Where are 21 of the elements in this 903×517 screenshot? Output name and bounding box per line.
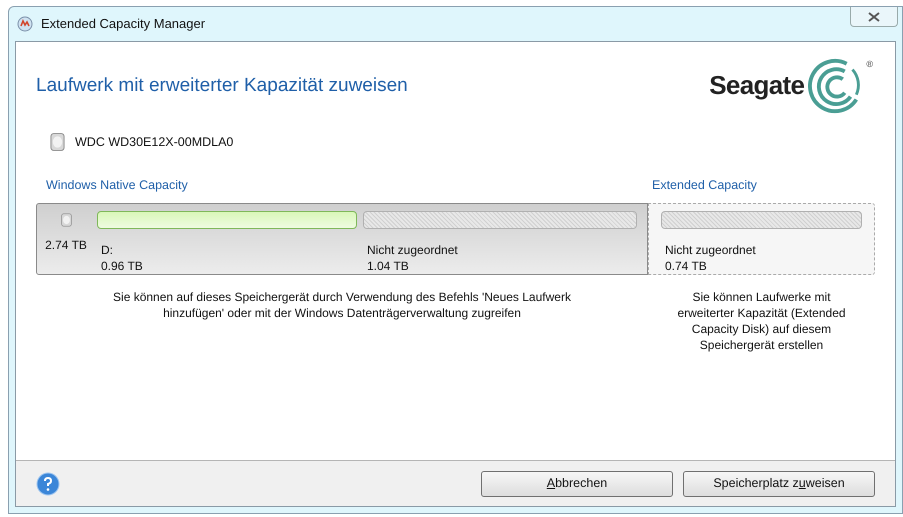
disk-name: WDC WD30E12X-00MDLA0 [75, 134, 234, 151]
close-button[interactable] [850, 7, 898, 27]
partition-name: D: [101, 242, 114, 258]
partition-size: 1.04 TB [367, 258, 410, 274]
dialog-button[interactable]: Speicherplatz zuweisen [683, 470, 875, 496]
help-icon[interactable] [36, 472, 60, 496]
page-heading: Laufwerk mit erweiterter Kapazität zuweisen [36, 74, 408, 98]
app-icon [17, 16, 33, 32]
native-note: Sie können auf dieses Speichergerät durch Verwendung des Befehls 'Neues Laufwerk hinzufügen' oder mit der Windows Datenträgerverwaltung zugreifen [112, 288, 572, 321]
partition-size: 0.74 TB [665, 258, 708, 274]
window-title: Extended Capacity Manager [41, 15, 206, 34]
extended-note: Sie können Laufwerke mit erweiterter Kapazität (Extended Capacity Disk) auf diesem Speichergerät erstellen [676, 288, 847, 353]
close-icon [868, 12, 880, 22]
brand-logo: Seagate ® [709, 56, 873, 114]
dialog-button[interactable]: Abbrechen [481, 470, 673, 496]
partition-size: 0.96 TB [101, 258, 144, 274]
section-label: Extended Capacity [652, 177, 758, 194]
partition-name: Nicht zugeordnet [367, 242, 459, 258]
disk-total: 2.74 TB [45, 236, 87, 254]
section-label: Windows Native Capacity [46, 177, 189, 194]
partition-name: Nicht zugeordnet [665, 242, 757, 258]
